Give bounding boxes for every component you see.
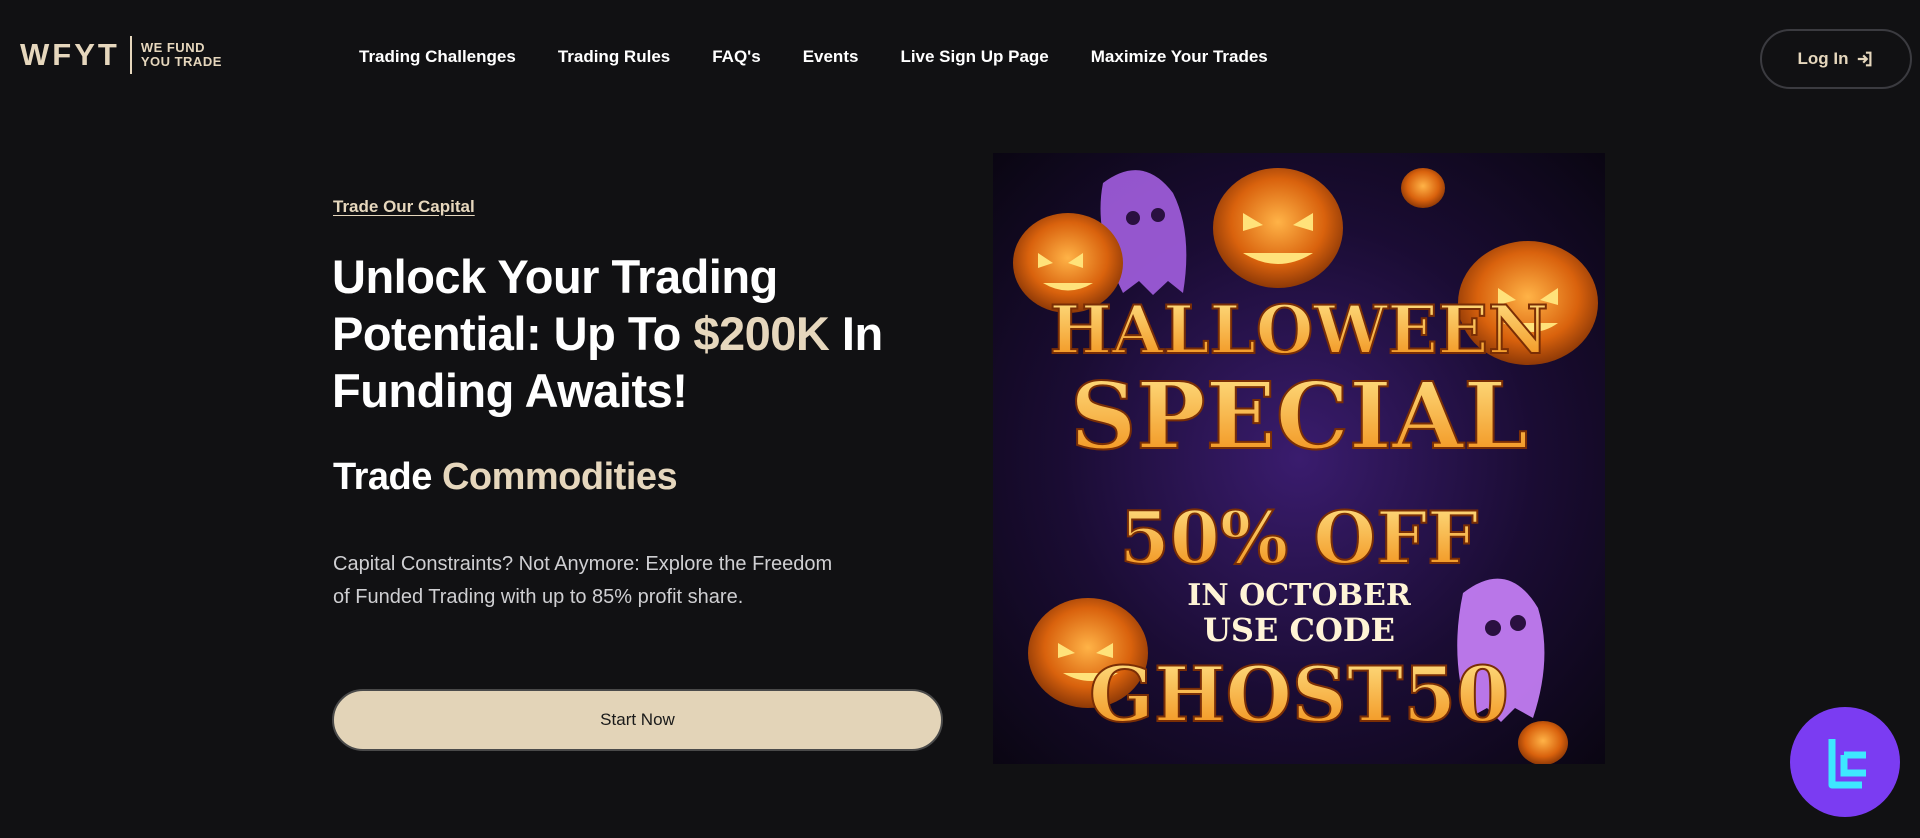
banner-line2: SPECIAL — [1070, 362, 1528, 470]
nav-item-events[interactable]: Events — [803, 47, 859, 67]
logo-tagline: WE FUND YOU TRADE — [141, 41, 222, 69]
nav-item-trading-challenges[interactable]: Trading Challenges — [359, 47, 516, 67]
banner-line1: HALLOWEEN — [1050, 291, 1549, 369]
subhead-part1: Trade — [333, 456, 442, 498]
main-nav: Trading Challenges Trading Rules FAQ's E… — [359, 47, 1310, 67]
logo-divider — [129, 36, 132, 74]
sign-in-icon — [1858, 51, 1872, 67]
login-button[interactable]: Log In — [1760, 29, 1912, 89]
headline-accent: $200K — [693, 307, 830, 360]
banner-line3: 50% OFF — [1120, 495, 1479, 580]
banner-line5: USE CODE — [1203, 611, 1395, 649]
logo-tagline-line2: YOU TRADE — [140, 54, 222, 69]
floating-brand-badge[interactable] — [1790, 707, 1900, 817]
hero-description: Capital Constraints? Not Anymore: Explor… — [333, 553, 833, 608]
banner-line4: IN OCTOBER — [1187, 578, 1412, 613]
hero-subhead: Trade Commodities — [333, 456, 678, 499]
nav-item-faqs[interactable]: FAQ's — [712, 47, 760, 67]
hero-headline: Unlock Your Trading Potential: Up To $20… — [332, 248, 952, 419]
halloween-promo-banner[interactable]: HALLOWEEN SPECIAL 50% OFF IN OCTOBER USE… — [993, 153, 1605, 764]
nav-item-maximize-trades[interactable]: Maximize Your Trades — [1091, 47, 1268, 67]
start-now-label: Start Now — [600, 710, 675, 729]
login-label: Log In — [1797, 49, 1849, 68]
banner-line6: GHOST50 — [1089, 650, 1509, 739]
eyebrow-link[interactable]: Trade Our Capital — [333, 197, 475, 217]
brand-logo[interactable]: WFYT WE FUND YOU TRADE — [20, 36, 222, 74]
nav-item-trading-rules[interactable]: Trading Rules — [558, 47, 670, 67]
start-now-button[interactable]: Start Now — [332, 689, 943, 751]
tc-logo-icon — [1828, 739, 1866, 789]
logo-tagline-line1: WE FUND — [140, 40, 205, 55]
pumpkin-icon — [1213, 168, 1343, 288]
nav-item-live-sign-up[interactable]: Live Sign Up Page — [900, 47, 1048, 67]
logo-mark: WFYT — [20, 37, 120, 72]
banner-artwork: HALLOWEEN SPECIAL 50% OFF IN OCTOBER USE… — [1013, 168, 1598, 764]
subhead-accent: Commodities — [441, 456, 678, 498]
